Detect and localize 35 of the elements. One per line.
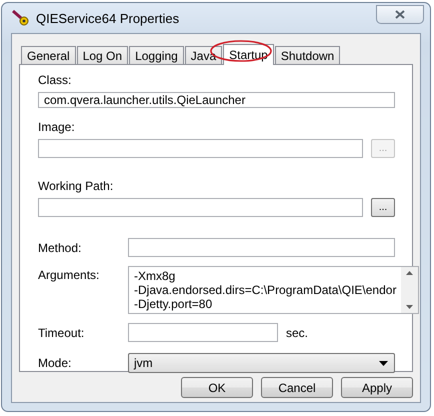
text-area[interactable]: -Xmx8g -Djava.endorsed.dirs=C:\ProgramData\QIE\endor -Djetty.port=80 [128, 266, 420, 314]
tab[interactable]: Shutdown [274, 46, 340, 64]
tab[interactable]: Java [184, 46, 222, 64]
close-icon [395, 10, 405, 18]
tab[interactable]: Logging [129, 46, 184, 64]
close-button[interactable] [376, 4, 424, 24]
field-label: Image: [38, 120, 76, 134]
argument-line: -Xmx8g [134, 269, 176, 283]
gear-wand-icon [12, 9, 30, 27]
field-label: Arguments: [38, 268, 100, 282]
scroll-up-icon[interactable] [406, 271, 414, 275]
field-label: Working Path: [38, 179, 114, 193]
tab[interactable]: General [21, 46, 76, 64]
dialog-button[interactable]: Apply [341, 377, 413, 398]
field-label: Class: [38, 73, 72, 87]
field-label: Mode: [38, 356, 72, 370]
argument-line: -Djetty.port=80 [134, 297, 214, 311]
unit-label: sec. [286, 326, 308, 340]
dialog-button[interactable]: Cancel [261, 377, 333, 398]
input-field[interactable] [128, 323, 278, 342]
mode-dropdown[interactable]: jvm [128, 353, 395, 373]
argument-line: -Djava.endorsed.dirs=C:\ProgramData\QIE\endor [134, 283, 396, 297]
browse-button[interactable]: ... [371, 198, 395, 217]
scroll-down-icon[interactable] [406, 305, 414, 309]
input-field[interactable]: com.qvera.launcher.utils.QieLauncher [38, 92, 395, 108]
dropdown-arrow-icon [379, 360, 388, 366]
tab[interactable]: Log On [76, 46, 128, 64]
window-title: QIEService64 Properties [36, 10, 180, 26]
tab[interactable]: Startup [223, 44, 274, 65]
field-label: Timeout: [38, 326, 86, 340]
input-field[interactable] [38, 198, 363, 217]
dialog-button[interactable]: OK [181, 377, 253, 398]
input-field[interactable] [128, 238, 395, 257]
field-label: Method: [38, 240, 82, 254]
input-field[interactable] [38, 139, 363, 158]
